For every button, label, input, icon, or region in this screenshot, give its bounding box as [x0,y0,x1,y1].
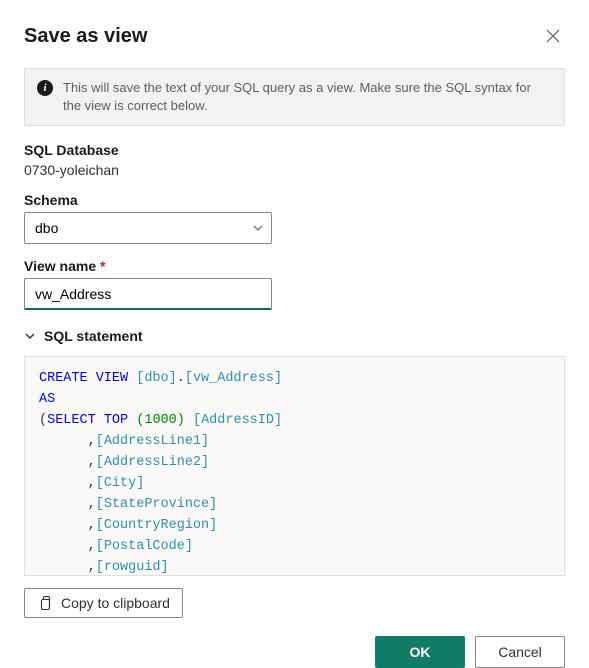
sql-section-toggle[interactable]: SQL statement [24,328,565,344]
cancel-button[interactable]: Cancel [475,636,565,668]
tok-indent: , [39,455,96,470]
viewname-label-text: View name [24,258,96,274]
tok-col4: [StateProvince] [96,497,218,512]
tok-col3: [City] [96,476,145,491]
tok-col2: [AddressLine2] [96,455,209,470]
kw-top: TOP [104,413,128,428]
tok-col6: [PostalCode] [96,539,193,554]
tok-view: [vw_Address] [185,371,282,386]
tok-indent: , [39,539,96,554]
dialog-footer: OK Cancel [24,636,565,668]
tok-col0: [AddressID] [193,413,282,428]
tok-indent: , [39,497,96,512]
dialog-title: Save as view [24,25,147,48]
info-banner: i This will save the text of your SQL qu… [24,68,565,126]
kw-select: SELECT [47,413,96,428]
required-asterisk: * [100,258,105,274]
tok-col7: [rowguid] [96,560,169,575]
close-button[interactable] [541,24,565,48]
tok-schema: [dbo] [136,371,177,386]
dialog-header: Save as view [24,24,565,48]
copy-label: Copy to clipboard [61,595,170,611]
viewname-input[interactable] [24,278,272,310]
schema-select-wrap: dbo [24,212,272,244]
tok-paren: ( [39,413,47,428]
tok-indent: , [39,518,96,533]
db-label: SQL Database [24,142,565,158]
info-text: This will save the text of your SQL quer… [63,79,552,115]
sql-code-block[interactable]: CREATE VIEW [dbo].[vw_Address] AS (SELEC… [24,356,565,576]
tok-indent: , [39,476,96,491]
kw-create-view: CREATE VIEW [39,371,128,386]
tok-col1: [AddressLine1] [96,434,209,449]
schema-select[interactable]: dbo [24,212,272,244]
sql-section-label: SQL statement [44,328,143,344]
tok-indent: , [39,434,96,449]
tok-indent: , [39,560,96,575]
tok-topn: (1000) [136,413,185,428]
info-icon: i [37,80,53,96]
copy-button[interactable]: Copy to clipboard [24,588,183,618]
viewname-label: View name * [24,258,565,274]
tok-col5: [CountryRegion] [96,518,218,533]
ok-button[interactable]: OK [375,636,465,668]
close-icon [545,28,561,44]
copy-icon [37,595,53,611]
chevron-down-icon [24,330,36,342]
db-value: 0730-yoleichan [24,162,565,178]
kw-as: AS [39,392,55,407]
schema-label: Schema [24,192,565,208]
tok-dot: . [177,371,185,386]
